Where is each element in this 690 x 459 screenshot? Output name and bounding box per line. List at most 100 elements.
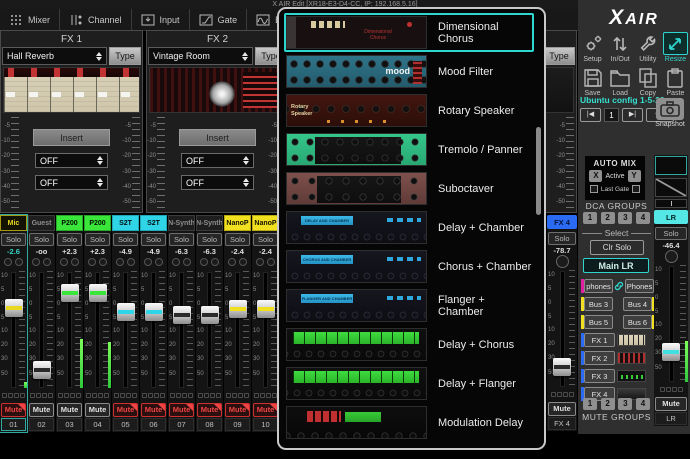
channel-fader[interactable]: 1050510203050 [112, 269, 139, 391]
pan-knob-row[interactable] [547, 255, 577, 267]
route-button-phones[interactable]: Phones [625, 279, 654, 293]
pan-knobs[interactable] [28, 256, 55, 268]
resize-button[interactable]: Resize [663, 32, 688, 63]
fader-cap[interactable] [145, 303, 163, 321]
fx-insert-button[interactable]: Insert [179, 129, 256, 146]
pan-knob[interactable] [88, 258, 96, 266]
solo-button[interactable]: Solo [113, 233, 138, 246]
mute-button[interactable]: Mute [85, 403, 110, 417]
toolbar-item-input[interactable]: Input [132, 9, 190, 30]
fx-type-option[interactable]: Dimensional ChorusDimensional Chorus [284, 13, 534, 52]
fx-type-option[interactable]: Delay + Chorus [284, 325, 534, 364]
pan-knobs[interactable] [140, 256, 167, 268]
mute-button[interactable]: Mute [548, 402, 576, 416]
fader-cap[interactable] [229, 300, 247, 318]
channel-label[interactable]: NanoP [252, 215, 279, 231]
in-out-button[interactable]: In/Out [608, 32, 633, 63]
channel-fader[interactable]: 1050510203050 [0, 269, 27, 391]
channel-label[interactable]: S2T [140, 215, 167, 231]
solo-button[interactable]: Solo [548, 232, 576, 245]
fader-cap[interactable] [553, 358, 571, 376]
solo-button[interactable]: Solo [57, 233, 82, 246]
solo-button[interactable]: Solo [197, 233, 222, 246]
fader-cap[interactable] [201, 306, 219, 324]
mute-button[interactable]: Mute [197, 403, 222, 417]
mute-button[interactable]: Mute [655, 397, 687, 411]
solo-button[interactable]: Solo [29, 233, 54, 246]
mute-button[interactable]: Mute [1, 403, 26, 417]
pan-knob[interactable] [43, 258, 51, 266]
fx-type-option[interactable]: moodMood Filter [284, 52, 534, 91]
automix-y-button[interactable]: Y [628, 170, 641, 182]
channel-fader[interactable]: 1050510203050 [547, 268, 577, 390]
pan-knob[interactable] [239, 258, 247, 266]
solo-button[interactable]: Solo [655, 227, 687, 240]
fx-insert-button[interactable]: Insert [33, 129, 110, 146]
strip-name-tag[interactable]: FX 4 [547, 215, 577, 229]
route-button-fx-2[interactable]: FX 2 [584, 351, 615, 365]
fx-send-select[interactable]: OFF [35, 175, 108, 190]
utility-button[interactable]: Utility [635, 32, 660, 63]
fader-cap[interactable] [33, 361, 51, 379]
route-button-bus-4[interactable]: Bus 4 [623, 297, 652, 311]
fx-type-button[interactable]: Type [109, 47, 141, 65]
fx-send-select[interactable]: OFF [181, 175, 254, 190]
pan-knob[interactable] [183, 258, 191, 266]
dca-group-4-button[interactable]: 4 [636, 212, 650, 224]
channel-label[interactable]: S2T [112, 215, 139, 231]
channel-fader[interactable]: 1050510203050 [654, 263, 688, 385]
fx-preset-select[interactable]: Hall Reverb [2, 47, 107, 65]
fx-type-option[interactable]: Tremolo / Panner [284, 130, 534, 169]
route-button-fx-3[interactable]: FX 3 [584, 369, 615, 383]
solo-button[interactable]: Solo [141, 233, 166, 246]
pan-knob[interactable] [127, 258, 135, 266]
fx-type-button[interactable]: Type [543, 47, 575, 65]
toolbar-item-gate[interactable]: Gate [190, 9, 248, 30]
fx-type-option[interactable]: Rotary SpeakerRotary Speaker [284, 91, 534, 130]
fader-cap[interactable] [5, 299, 23, 317]
fx-type-option[interactable]: DELAY AND CHAMBERDelay + Chamber [284, 208, 534, 247]
dca-group-3-button[interactable]: 3 [618, 212, 632, 224]
solo-button[interactable]: Solo [253, 233, 278, 246]
pan-knobs[interactable] [56, 256, 83, 268]
mute-button[interactable]: Mute [253, 403, 278, 417]
pan-knob[interactable] [228, 258, 236, 266]
route-button-bus-5[interactable]: Bus 5 [584, 315, 613, 329]
channel-fader[interactable]: 1050510203050 [168, 269, 195, 391]
channel-label[interactable]: Mic [0, 215, 27, 231]
last-gate-checkbox-y[interactable] [632, 185, 640, 193]
fader-cap[interactable] [173, 306, 191, 324]
solo-button[interactable]: Solo [1, 233, 26, 246]
pan-knobs[interactable] [252, 256, 279, 268]
pan-knob[interactable] [32, 258, 40, 266]
channel-fader[interactable]: 1050510203050 [252, 269, 279, 391]
camera-icon[interactable] [656, 98, 684, 120]
channel-fader[interactable]: 1050510203050 [140, 269, 167, 391]
load-button[interactable]: Load [608, 66, 633, 97]
pan-knobs[interactable] [0, 256, 27, 268]
last-gate-checkbox-x[interactable] [590, 185, 598, 193]
channel-label[interactable]: N-Synth [168, 215, 195, 231]
channel-fader[interactable]: 1050510203050 [28, 269, 55, 391]
channel-fader[interactable]: 1050510203050 [224, 269, 251, 391]
lr-pan-indicator[interactable] [655, 199, 687, 208]
pan-knobs[interactable] [196, 256, 223, 268]
channel-fader[interactable]: 1050510203050 [196, 269, 223, 391]
setup-button[interactable]: Setup [580, 32, 605, 63]
mute-button[interactable]: Mute [57, 403, 82, 417]
pan-knob[interactable] [71, 258, 79, 266]
solo-button[interactable]: Solo [225, 233, 250, 246]
solo-button[interactable]: Solo [169, 233, 194, 246]
pan-knob[interactable] [4, 258, 12, 266]
fader-cap[interactable] [257, 300, 275, 318]
mute-group-4-button[interactable]: 4 [636, 398, 650, 410]
mute-group-3-button[interactable]: 3 [618, 398, 632, 410]
solo-button[interactable]: Solo [85, 233, 110, 246]
mute-button[interactable]: Mute [169, 403, 194, 417]
pan-knob[interactable] [60, 258, 68, 266]
channel-label[interactable]: NanoP [224, 215, 251, 231]
pan-knobs[interactable] [84, 256, 111, 268]
mute-button[interactable]: Mute [29, 403, 54, 417]
route-button-fx-1[interactable]: FX 1 [584, 333, 615, 347]
channel-fader[interactable]: 1050510203050 [56, 269, 83, 391]
